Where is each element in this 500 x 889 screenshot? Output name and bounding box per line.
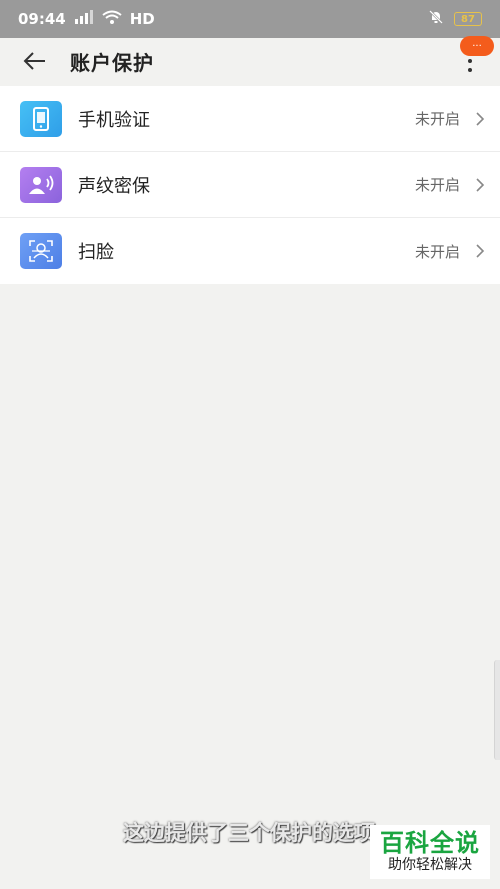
status-bar: 09:44 HD 87 <box>0 0 500 38</box>
battery-icon: 87 <box>454 12 482 26</box>
page-title: 账户保护 <box>70 50 154 75</box>
side-drawer-handle[interactable] <box>494 660 500 760</box>
face-scan-icon <box>20 233 62 269</box>
floating-menu-badge[interactable]: ··· <box>460 36 494 56</box>
video-subtitle: 这边提供了三个保护的选项 <box>123 821 375 845</box>
mute-bell-icon <box>428 9 444 29</box>
protection-list: 手机验证 未开启 声纹密保 未开启 扫脸 未开启 <box>0 86 500 284</box>
watermark-slogan: 助你轻松解决 <box>388 857 472 873</box>
chevron-right-icon <box>460 111 500 127</box>
more-dot <box>468 59 472 63</box>
list-item-phone-verification[interactable]: 手机验证 未开启 <box>0 86 500 152</box>
watermark-title: 百科全说 <box>380 829 480 857</box>
arrow-left-icon <box>23 52 45 70</box>
wifi-icon <box>102 10 122 28</box>
chevron-right-icon <box>460 177 500 193</box>
title-bar: 账户保护 <box>0 38 500 84</box>
signal-icon <box>74 10 94 28</box>
status-text: 未开启 <box>414 176 460 194</box>
chevron-right-icon <box>460 243 500 259</box>
phone-icon <box>20 100 62 137</box>
status-text: 未开启 <box>414 110 460 128</box>
network-type: HD <box>129 10 155 28</box>
list-item-label: 声纹密保 <box>78 175 150 197</box>
list-item-label: 手机验证 <box>78 109 150 131</box>
list-item-label: 扫脸 <box>78 242 114 263</box>
watermark-logo: 百科全说 助你轻松解决 <box>370 825 490 879</box>
list-item-voiceprint[interactable]: 声纹密保 未开启 <box>0 152 500 218</box>
voiceprint-icon <box>20 166 62 203</box>
back-button[interactable] <box>0 38 70 84</box>
list-item-face-scan[interactable]: 扫脸 未开启 <box>0 218 500 284</box>
status-time: 09:44 <box>18 10 66 28</box>
more-dot <box>468 68 472 72</box>
status-text: 未开启 <box>414 242 460 261</box>
